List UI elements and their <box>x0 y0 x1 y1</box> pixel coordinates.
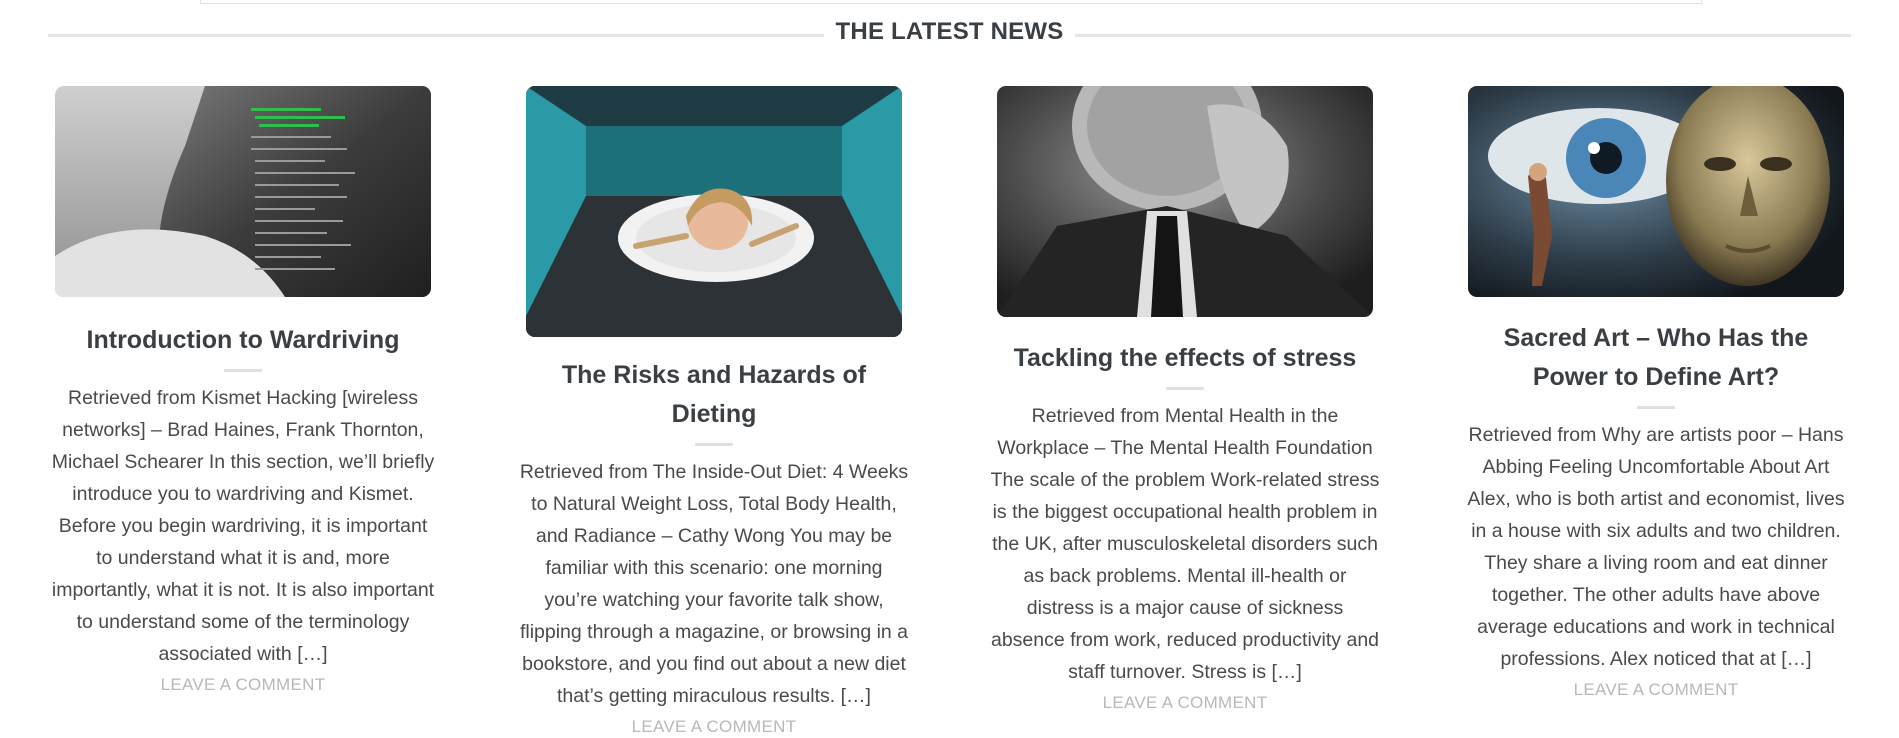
leave-comment-link[interactable]: LEAVE A COMMENT <box>48 674 438 696</box>
title-divider <box>695 443 733 446</box>
title-divider <box>1166 387 1204 390</box>
post-title[interactable]: Tackling the effects of stress <box>990 339 1380 378</box>
leave-comment-link[interactable]: LEAVE A COMMENT <box>519 716 909 738</box>
post-excerpt: Retrieved from Kismet Hacking [wireless … <box>51 387 435 665</box>
post-card-stress: Tackling the effects of stress Retrieved… <box>990 86 1380 714</box>
post-title[interactable]: The Risks and Hazards of Dieting <box>519 356 909 434</box>
leave-comment-link[interactable]: LEAVE A COMMENT <box>1461 679 1851 701</box>
post-excerpt: Retrieved from Mental Health in the Work… <box>990 405 1380 683</box>
title-divider <box>1637 406 1675 409</box>
post-card-dieting: The Risks and Hazards of Dieting Retriev… <box>519 86 909 738</box>
post-thumbnail-link[interactable] <box>55 86 431 297</box>
post-thumbnail-link[interactable] <box>997 86 1373 317</box>
leave-comment-link[interactable]: LEAVE A COMMENT <box>990 692 1380 714</box>
post-excerpt: Retrieved from The Inside-Out Diet: 4 We… <box>519 461 909 707</box>
thumbnail-image-stressed-man <box>997 86 1373 317</box>
title-divider <box>224 369 262 372</box>
section-heading: THE LATEST NEWS <box>835 18 1064 45</box>
post-card-wardriving: Introduction to Wardriving Retrieved fro… <box>48 86 438 696</box>
post-title[interactable]: Sacred Art – Who Has the Power to Define… <box>1461 319 1851 397</box>
post-thumbnail-link[interactable] <box>526 86 902 337</box>
thumbnail-image-tshirt <box>55 86 431 297</box>
heading-rule-right <box>1075 34 1851 37</box>
thumbnail-image-plate <box>526 86 902 337</box>
post-card-sacred-art: Sacred Art – Who Has the Power to Define… <box>1461 86 1851 701</box>
search-panel-edge <box>200 0 1702 4</box>
section-heading-row: THE LATEST NEWS <box>48 18 1851 48</box>
post-thumbnail-link[interactable] <box>1468 86 1844 297</box>
post-title[interactable]: Introduction to Wardriving <box>48 321 438 360</box>
post-excerpt: Retrieved from Why are artists poor – Ha… <box>1467 424 1845 670</box>
thumbnail-image-eye-mask <box>1468 86 1844 297</box>
